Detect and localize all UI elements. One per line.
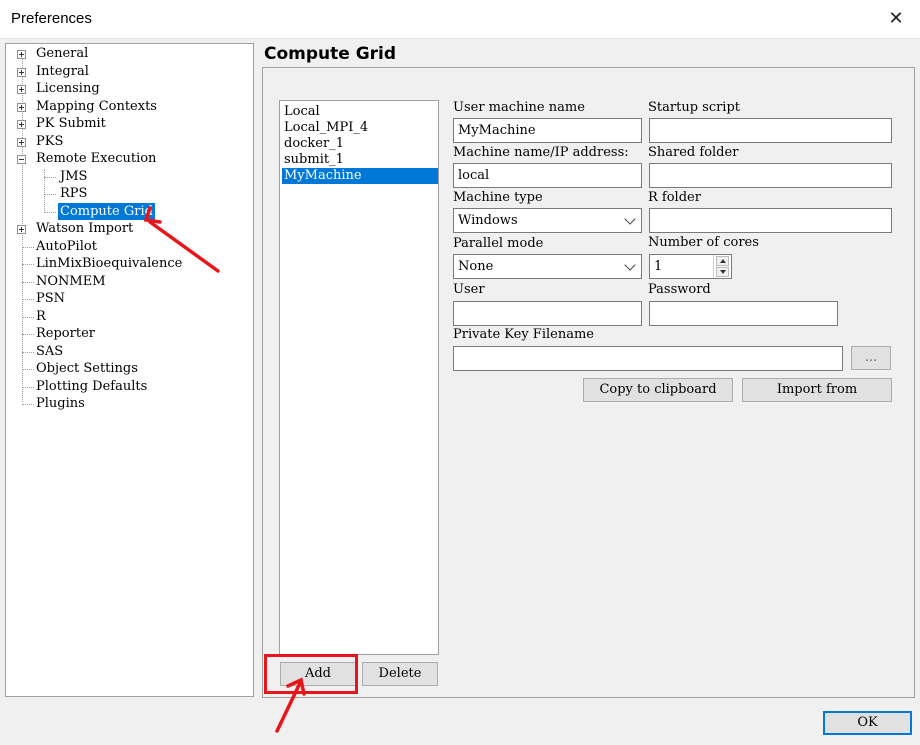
annotation-arrows (143, 206, 306, 733)
arrow-head-icon (143, 206, 162, 224)
arrow-to-compute-grid (148, 220, 220, 273)
arrow-to-add (275, 681, 302, 733)
